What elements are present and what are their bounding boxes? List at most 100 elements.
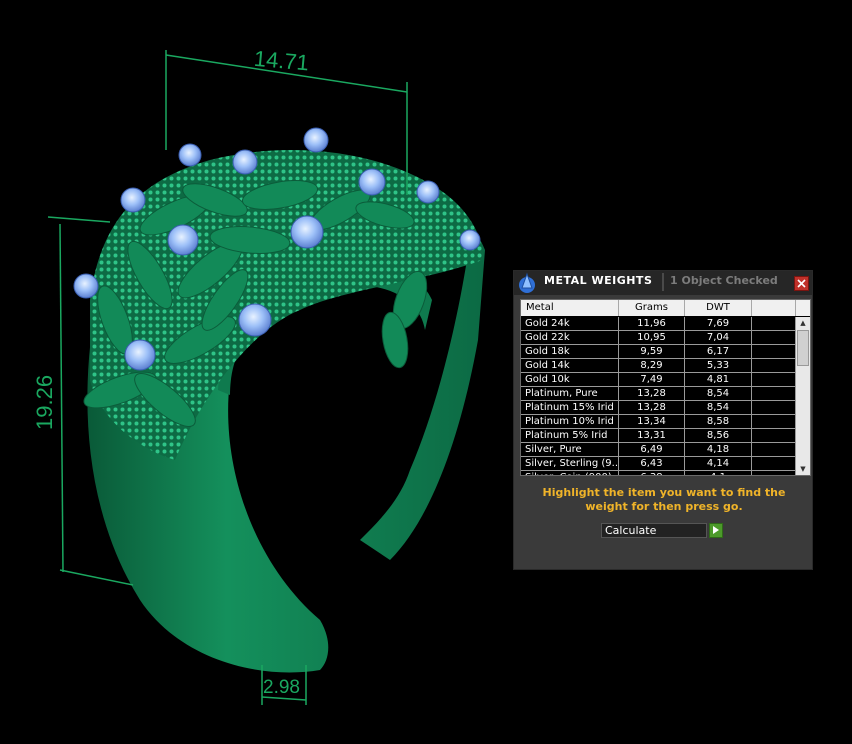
column-header-dwt[interactable]: DWT bbox=[685, 300, 752, 316]
go-icon bbox=[713, 526, 719, 534]
cell-grams: 11,96 bbox=[619, 317, 685, 330]
cell-dwt: 8,54 bbox=[685, 387, 752, 400]
scroll-up-icon[interactable]: ▲ bbox=[796, 317, 810, 329]
gem bbox=[290, 215, 324, 249]
cell-dwt: 7,69 bbox=[685, 317, 752, 330]
cell-metal: Platinum 15% Irid bbox=[521, 401, 619, 414]
metal-weight-list[interactable]: Metal Grams DWT Gold 24k 11,96 7,69 Gold 22… bbox=[520, 299, 811, 476]
gem bbox=[459, 229, 481, 251]
cell-metal: Gold 14k bbox=[521, 359, 619, 372]
column-header-grams[interactable]: Grams bbox=[619, 300, 685, 316]
cell-grams: 10,95 bbox=[619, 331, 685, 344]
cell-metal: Silver, Coin (900) bbox=[521, 471, 619, 475]
cell-extra bbox=[752, 429, 796, 442]
table-row[interactable]: Platinum 15% Irid 13,28 8,54 bbox=[521, 401, 796, 415]
cell-dwt: 8,56 bbox=[685, 429, 752, 442]
table-row[interactable]: Silver, Pure 6,49 4,18 bbox=[521, 443, 796, 457]
list-rows: Gold 24k 11,96 7,69 Gold 22k 10,95 7,04 Gold 1… bbox=[521, 317, 796, 475]
cell-extra bbox=[752, 373, 796, 386]
cell-metal: Silver, Pure bbox=[521, 443, 619, 456]
gem bbox=[167, 224, 199, 256]
cell-grams: 6,38 bbox=[619, 471, 685, 475]
panel-titlebar[interactable]: METAL WEIGHTS 1 Object Checked bbox=[514, 271, 812, 295]
table-row[interactable]: Gold 14k 8,29 5,33 bbox=[521, 359, 796, 373]
cell-extra bbox=[752, 471, 796, 475]
gem bbox=[120, 187, 146, 213]
cell-dwt: 7,04 bbox=[685, 331, 752, 344]
table-row[interactable]: Gold 10k 7,49 4,81 bbox=[521, 373, 796, 387]
cell-grams: 13,28 bbox=[619, 401, 685, 414]
cell-dwt: 5,33 bbox=[685, 359, 752, 372]
gem bbox=[303, 127, 329, 153]
cell-extra bbox=[752, 415, 796, 428]
gem bbox=[124, 339, 156, 371]
dim-height-ext-bottom bbox=[59, 569, 134, 586]
cell-metal: Platinum, Pure bbox=[521, 387, 619, 400]
table-row[interactable]: Silver, Sterling (9... 6,43 4,14 bbox=[521, 457, 796, 471]
cell-dwt: 8,54 bbox=[685, 401, 752, 414]
dim-height-line bbox=[59, 223, 64, 573]
dim-height-ext-top bbox=[47, 216, 111, 223]
dim-height-label: 19.26 bbox=[32, 375, 57, 430]
cell-grams: 6,43 bbox=[619, 457, 685, 470]
cell-extra bbox=[752, 331, 796, 344]
cell-grams: 13,34 bbox=[619, 415, 685, 428]
cell-metal: Gold 24k bbox=[521, 317, 619, 330]
cell-grams: 13,28 bbox=[619, 387, 685, 400]
cell-metal: Silver, Sterling (9... bbox=[521, 457, 619, 470]
dim-width-label: 14.71 bbox=[253, 46, 310, 76]
cell-extra bbox=[752, 359, 796, 372]
cell-metal: Gold 10k bbox=[521, 373, 619, 386]
table-row[interactable]: Gold 18k 9,59 6,17 bbox=[521, 345, 796, 359]
cell-grams: 9,59 bbox=[619, 345, 685, 358]
app-icon bbox=[519, 272, 535, 293]
cell-dwt: 6,17 bbox=[685, 345, 752, 358]
panel-title: METAL WEIGHTS bbox=[544, 274, 653, 287]
ring-model[interactable] bbox=[73, 127, 485, 673]
scrollbar-thumb[interactable] bbox=[797, 330, 809, 366]
table-row[interactable]: Platinum 10% Irid 13,34 8,58 bbox=[521, 415, 796, 429]
cell-extra bbox=[752, 443, 796, 456]
cell-extra bbox=[752, 401, 796, 414]
cell-extra bbox=[752, 317, 796, 330]
cell-extra bbox=[752, 457, 796, 470]
cell-grams: 7,49 bbox=[619, 373, 685, 386]
cell-extra bbox=[752, 345, 796, 358]
table-row[interactable]: Platinum, Pure 13,28 8,54 bbox=[521, 387, 796, 401]
instruction-text: Highlight the item you want to find the … bbox=[542, 486, 786, 513]
cell-metal: Gold 22k bbox=[521, 331, 619, 344]
cell-grams: 8,29 bbox=[619, 359, 685, 372]
list-scrollbar[interactable]: ▲ ▼ bbox=[796, 317, 810, 475]
cell-dwt: 4,18 bbox=[685, 443, 752, 456]
gem bbox=[238, 303, 272, 337]
table-row[interactable]: Gold 22k 10,95 7,04 bbox=[521, 331, 796, 345]
close-button[interactable] bbox=[794, 276, 809, 291]
column-header-extra[interactable] bbox=[752, 300, 796, 316]
cell-dwt: 8,58 bbox=[685, 415, 752, 428]
table-row[interactable]: Gold 24k 11,96 7,69 bbox=[521, 317, 796, 331]
cell-grams: 6,49 bbox=[619, 443, 685, 456]
column-header-metal[interactable]: Metal bbox=[521, 300, 619, 316]
dim-band-label: 2.98 bbox=[263, 677, 300, 698]
gem bbox=[232, 149, 258, 175]
cell-metal: Gold 18k bbox=[521, 345, 619, 358]
panel-subtitle: 1 Object Checked bbox=[662, 273, 784, 291]
cell-extra bbox=[752, 387, 796, 400]
metal-weights-panel: METAL WEIGHTS 1 Object Checked Metal Gra… bbox=[513, 270, 813, 570]
go-button[interactable] bbox=[709, 523, 723, 538]
cell-grams: 13,31 bbox=[619, 429, 685, 442]
cell-metal: Platinum 10% Irid bbox=[521, 415, 619, 428]
close-icon bbox=[797, 279, 806, 288]
table-row[interactable]: Platinum 5% Irid 13,31 8,56 bbox=[521, 429, 796, 443]
cell-metal: Platinum 5% Irid bbox=[521, 429, 619, 442]
gem bbox=[178, 143, 202, 167]
gem bbox=[73, 273, 99, 299]
cell-dwt: 4,81 bbox=[685, 373, 752, 386]
gem bbox=[358, 168, 386, 196]
gem bbox=[416, 180, 440, 204]
table-row[interactable]: Silver, Coin (900)6,384,1 bbox=[521, 471, 796, 475]
cell-dwt: 4,14 bbox=[685, 457, 752, 470]
cell-dwt: 4,1 bbox=[685, 471, 752, 475]
scroll-down-icon[interactable]: ▼ bbox=[796, 463, 810, 475]
calculate-dropdown[interactable]: Calculate bbox=[601, 523, 707, 538]
